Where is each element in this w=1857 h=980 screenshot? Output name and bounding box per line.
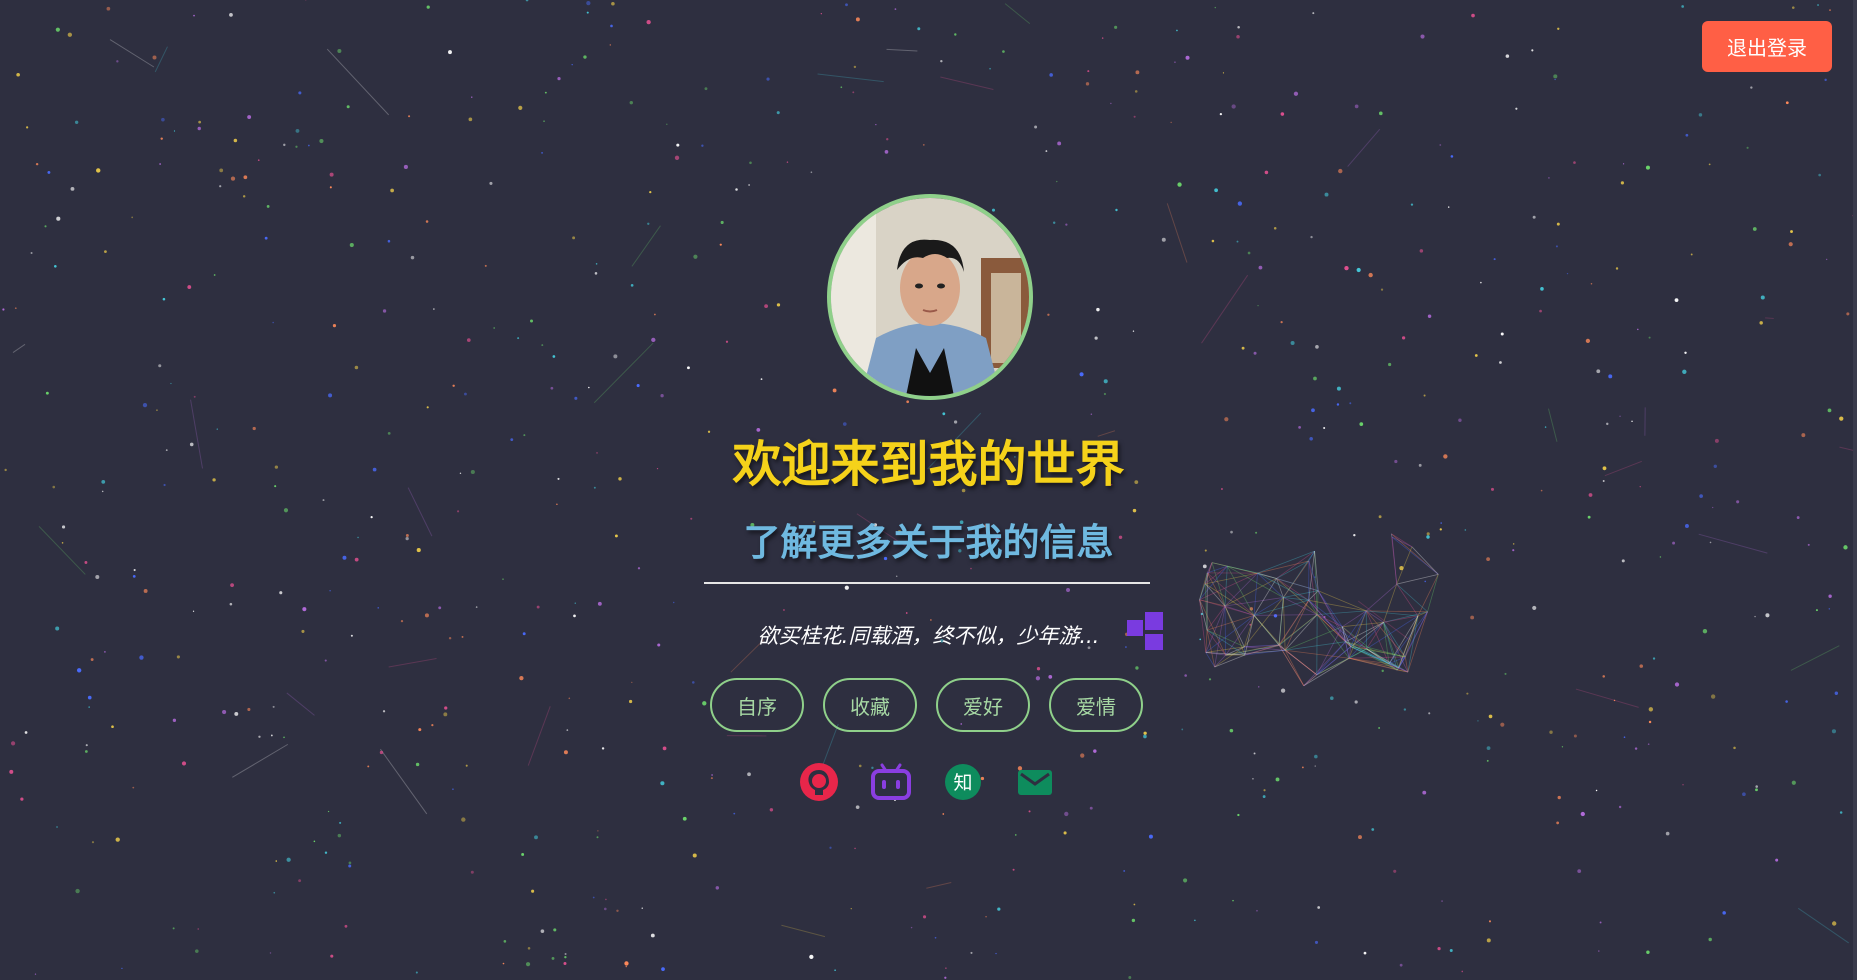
divider: [704, 582, 1150, 584]
email-icon: [1018, 770, 1052, 795]
logout-button[interactable]: 退出登录: [1702, 21, 1832, 72]
tag-collection[interactable]: 收藏: [823, 678, 917, 732]
github-link[interactable]: [798, 761, 840, 803]
tag-love[interactable]: 爱情: [1049, 678, 1143, 732]
tag-list: 自序 收藏 爱好 爱情: [710, 678, 1143, 732]
social-links: 知: [798, 761, 1056, 803]
email-link[interactable]: [1014, 761, 1056, 803]
zhihu-icon: 知: [945, 764, 981, 800]
github-icon: [800, 763, 838, 801]
tag-preface[interactable]: 自序: [710, 678, 804, 732]
tag-hobbies[interactable]: 爱好: [936, 678, 1030, 732]
bilibili-link[interactable]: [870, 761, 912, 803]
blocks-cursor-icon: [1127, 612, 1163, 650]
motto-text: 欲买桂花.同载酒，终不似，少年游...: [757, 624, 1100, 648]
zhihu-link[interactable]: 知: [942, 761, 984, 803]
avatar: [827, 194, 1033, 400]
page-subtitle: 了解更多关于我的信息: [743, 521, 1114, 564]
bilibili-icon: [871, 763, 911, 800]
page-title: 欢迎来到我的世界: [732, 436, 1125, 493]
svg-text:知: 知: [953, 772, 972, 794]
